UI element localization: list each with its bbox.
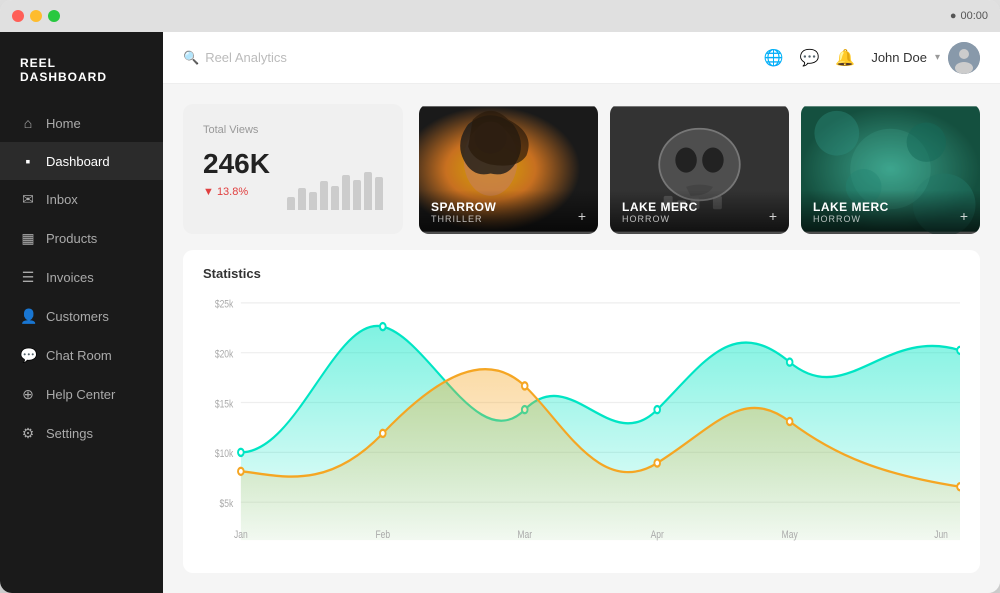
content-area: Total Views 246K ▼ 13.8% [163,84,1000,593]
mini-bar [353,180,361,210]
svg-text:$10k: $10k [215,448,234,460]
customers-icon: 👤 [20,308,36,325]
mini-bar [298,188,306,210]
inbox-icon: ✉ [20,191,36,208]
chat-icon[interactable]: 💬 [799,48,819,68]
topbar: 🔍 Reel Analytics 🌐 💬 🔔 John Doe ▾ [163,32,1000,84]
home-icon: ⌂ [20,115,36,131]
sidebar-item-products[interactable]: ▦ Products [0,219,163,258]
svg-text:Apr: Apr [651,529,665,541]
mini-bar [309,192,317,210]
sidebar-item-label: Invoices [46,270,94,285]
settings-icon: ⚙ [20,425,36,442]
movie-genre: HORROW [622,214,777,224]
sidebar-item-customers[interactable]: 👤 Customers [0,297,163,336]
close-button[interactable] [12,10,24,22]
chatroom-icon: 💬 [20,347,36,364]
sidebar-item-label: Home [46,116,81,131]
sidebar-item-helpcenter[interactable]: ⊕ Help Center [0,375,163,414]
globe-icon[interactable]: 🌐 [764,48,784,68]
invoices-icon: ☰ [20,269,36,286]
sidebar-item-settings[interactable]: ⚙ Settings [0,414,163,453]
mini-bar [364,172,372,210]
svg-text:$25k: $25k [215,299,234,311]
svg-text:Feb: Feb [375,529,390,541]
topbar-actions: 🌐 💬 🔔 John Doe ▾ [764,42,980,74]
app-window: ● 00:00 REEL DASHBOARD ⌂ Home ▪ Dashboar… [0,0,1000,593]
dashboard-icon: ▪ [20,153,36,169]
search-text: Reel Analytics [205,50,287,65]
movie-card-overlay: LAKE MERC HORROW [801,190,980,234]
sidebar-logo: REEL DASHBOARD [0,40,163,104]
movie-card-lake-merc-1[interactable]: LAKE MERC HORROW + [610,104,789,234]
search-area[interactable]: 🔍 Reel Analytics [183,50,287,66]
maximize-button[interactable] [48,10,60,22]
mini-bar [331,186,339,210]
svg-text:Mar: Mar [517,529,532,541]
svg-text:$5k: $5k [220,498,234,510]
movie-title: SPARROW [431,200,586,214]
top-row: Total Views 246K ▼ 13.8% [183,104,980,234]
stats-value: 246K [203,148,270,180]
sidebar-item-label: Products [46,231,97,246]
products-icon: ▦ [20,230,36,247]
sidebar-item-label: Customers [46,309,109,324]
sidebar-item-label: Help Center [46,387,115,402]
sidebar-item-label: Settings [46,426,93,441]
sidebar-item-inbox[interactable]: ✉ Inbox [0,180,163,219]
add-button[interactable]: + [769,208,777,224]
mini-bar [342,175,350,210]
sidebar-nav: ⌂ Home ▪ Dashboard ✉ Inbox ▦ Products ☰ … [0,104,163,593]
mini-bar [320,181,328,210]
movie-title: LAKE MERC [622,200,777,214]
svg-text:May: May [782,529,798,541]
movie-card-overlay: SPARROW THRILLER [419,190,598,234]
chart-area: $25k $20k $15k $10k $5k [203,291,960,552]
user-name: John Doe [871,50,927,65]
movie-genre: HORROW [813,214,968,224]
bell-icon[interactable]: 🔔 [835,48,855,68]
add-button[interactable]: + [960,208,968,224]
chevron-down-icon: ▾ [935,52,940,63]
movie-card-overlay: LAKE MERC HORROW [610,190,789,234]
stats-label: Total Views [203,124,383,136]
sidebar-item-chatroom[interactable]: 💬 Chat Room [0,336,163,375]
chart-title: Statistics [203,266,960,281]
sidebar-item-dashboard[interactable]: ▪ Dashboard [0,142,163,180]
titlebar: ● 00:00 [0,0,1000,32]
minimize-button[interactable] [30,10,42,22]
helpcenter-icon: ⊕ [20,386,36,403]
sidebar-item-label: Chat Room [46,348,112,363]
sidebar: REEL DASHBOARD ⌂ Home ▪ Dashboard ✉ Inbo… [0,32,163,593]
mini-bar [287,197,295,210]
avatar [948,42,980,74]
traffic-lights [12,10,60,22]
svg-text:$15k: $15k [215,398,234,410]
stats-card: Total Views 246K ▼ 13.8% [183,104,403,234]
main-content: 🔍 Reel Analytics 🌐 💬 🔔 John Doe ▾ [163,32,1000,593]
sidebar-item-label: Inbox [46,192,78,207]
mini-bar [375,177,383,210]
search-icon: 🔍 [183,50,199,66]
movie-genre: THRILLER [431,214,586,224]
app-body: REEL DASHBOARD ⌂ Home ▪ Dashboard ✉ Inbo… [0,32,1000,593]
mini-chart [287,170,383,210]
stats-change: ▼ 13.8% [203,186,270,198]
movie-card-lake-merc-2[interactable]: LAKE MERC HORROW + [801,104,980,234]
movie-title: LAKE MERC [813,200,968,214]
sidebar-item-home[interactable]: ⌂ Home [0,104,163,142]
movie-cards: SPARROW THRILLER + LAKE MERC HORROW + [419,104,980,234]
chart-section: Statistics [183,250,980,573]
sidebar-item-label: Dashboard [46,154,110,169]
svg-text:Jan: Jan [234,529,248,541]
timer: ● 00:00 [950,10,988,22]
svg-text:Jun: Jun [934,529,948,541]
sidebar-item-invoices[interactable]: ☰ Invoices [0,258,163,297]
add-button[interactable]: + [578,208,586,224]
user-menu[interactable]: John Doe ▾ [871,42,980,74]
stats-row: 246K ▼ 13.8% [203,148,383,210]
svg-text:$20k: $20k [215,349,234,361]
movie-card-sparrow[interactable]: SPARROW THRILLER + [419,104,598,234]
